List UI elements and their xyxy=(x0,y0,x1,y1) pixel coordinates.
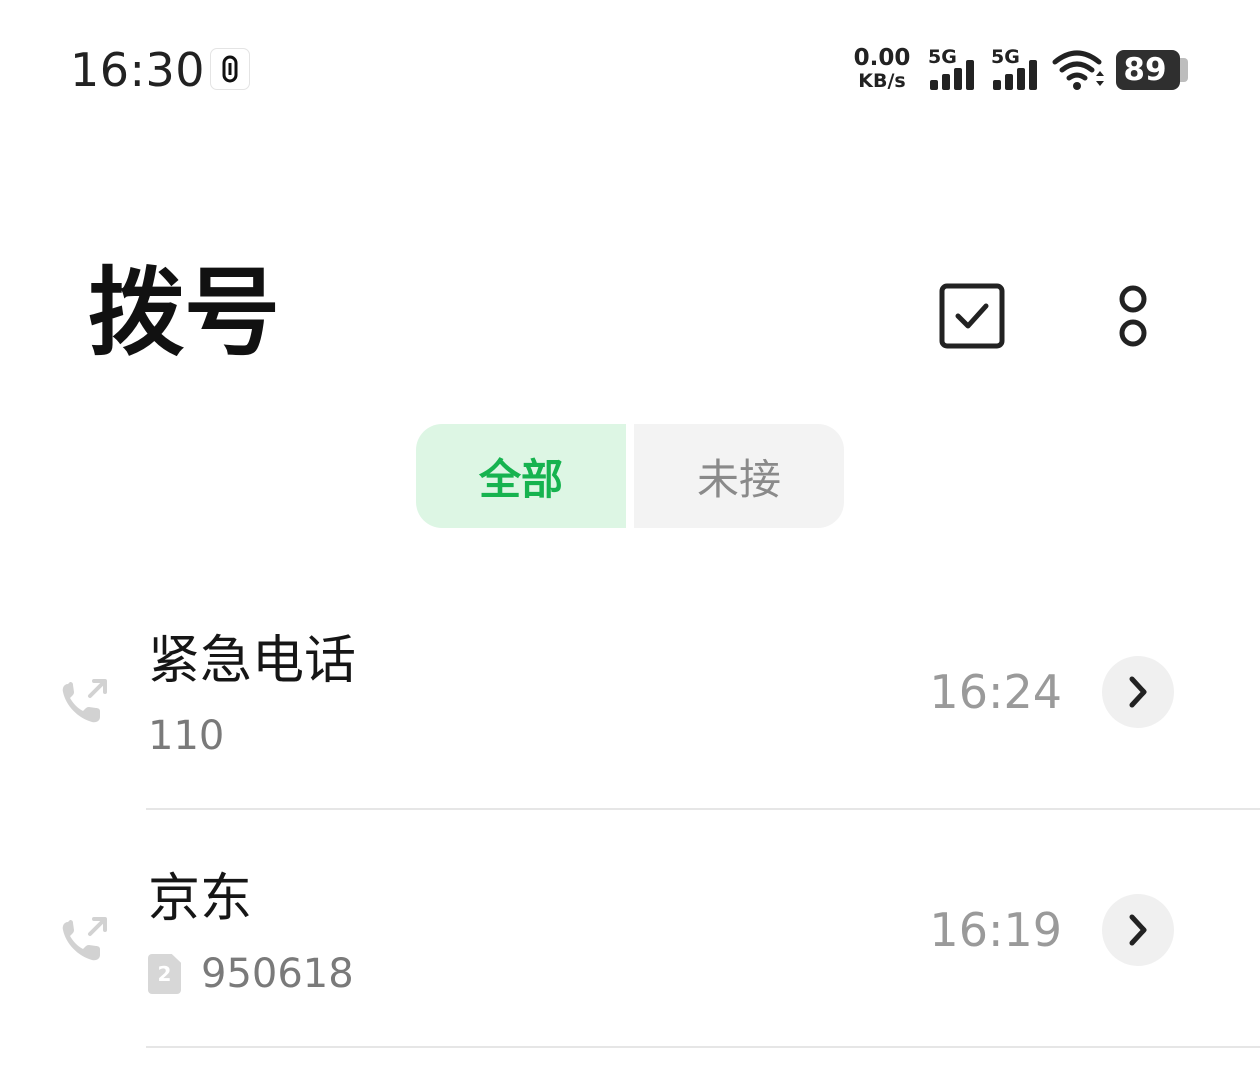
battery-icon: 89 xyxy=(1116,50,1180,90)
call-filter-tabs: 全部 未接 xyxy=(416,424,844,528)
more-options-icon xyxy=(1119,285,1147,347)
call-details-button[interactable] xyxy=(1102,656,1174,728)
phone-number: 110 xyxy=(148,713,225,759)
outgoing-call-icon xyxy=(60,916,110,968)
tab-all[interactable]: 全部 xyxy=(416,424,626,528)
chevron-right-icon xyxy=(1129,676,1147,708)
sim-card-icon: 2 xyxy=(148,954,181,994)
tab-missed[interactable]: 未接 xyxy=(634,424,844,528)
tab-separator xyxy=(626,424,634,528)
phone-number: 950618 xyxy=(201,951,354,997)
phone-number-line: 2 950618 xyxy=(148,950,354,998)
call-row[interactable]: 京东 2 950618 16:19 xyxy=(0,838,1260,1076)
more-options-button[interactable] xyxy=(1104,274,1162,358)
page-title: 拨号 xyxy=(88,257,280,369)
wifi-icon xyxy=(1052,48,1106,96)
signal-icon xyxy=(993,60,1037,90)
checkbox-icon xyxy=(939,283,1005,349)
sim1-signal: 5G xyxy=(926,46,978,92)
battery-tip xyxy=(1180,58,1188,82)
status-time: 16:30 xyxy=(70,43,206,97)
network-speed: 0.00 KB/s xyxy=(852,46,912,92)
list-divider xyxy=(146,808,1260,810)
contact-name: 紧急电话 xyxy=(148,631,357,691)
phone-number-line: 110 xyxy=(148,712,224,760)
battery-level: 89 xyxy=(1123,52,1167,88)
call-time: 16:24 xyxy=(929,665,1062,719)
network-speed-value: 0.00 xyxy=(853,45,911,71)
multi-select-button[interactable] xyxy=(930,274,1014,358)
ai-assistant-badge-icon xyxy=(210,48,250,90)
call-details-button[interactable] xyxy=(1102,894,1174,966)
signal-icon xyxy=(930,60,974,90)
chevron-right-icon xyxy=(1129,914,1147,946)
contact-name: 京东 xyxy=(148,869,253,929)
outgoing-call-icon xyxy=(60,678,110,730)
list-divider xyxy=(146,1046,1260,1048)
sim2-signal: 5G xyxy=(989,46,1041,92)
call-row[interactable]: 紧急电话 110 16:24 xyxy=(0,600,1260,838)
call-time: 16:19 xyxy=(929,903,1062,957)
network-speed-unit: KB/s xyxy=(858,70,906,92)
